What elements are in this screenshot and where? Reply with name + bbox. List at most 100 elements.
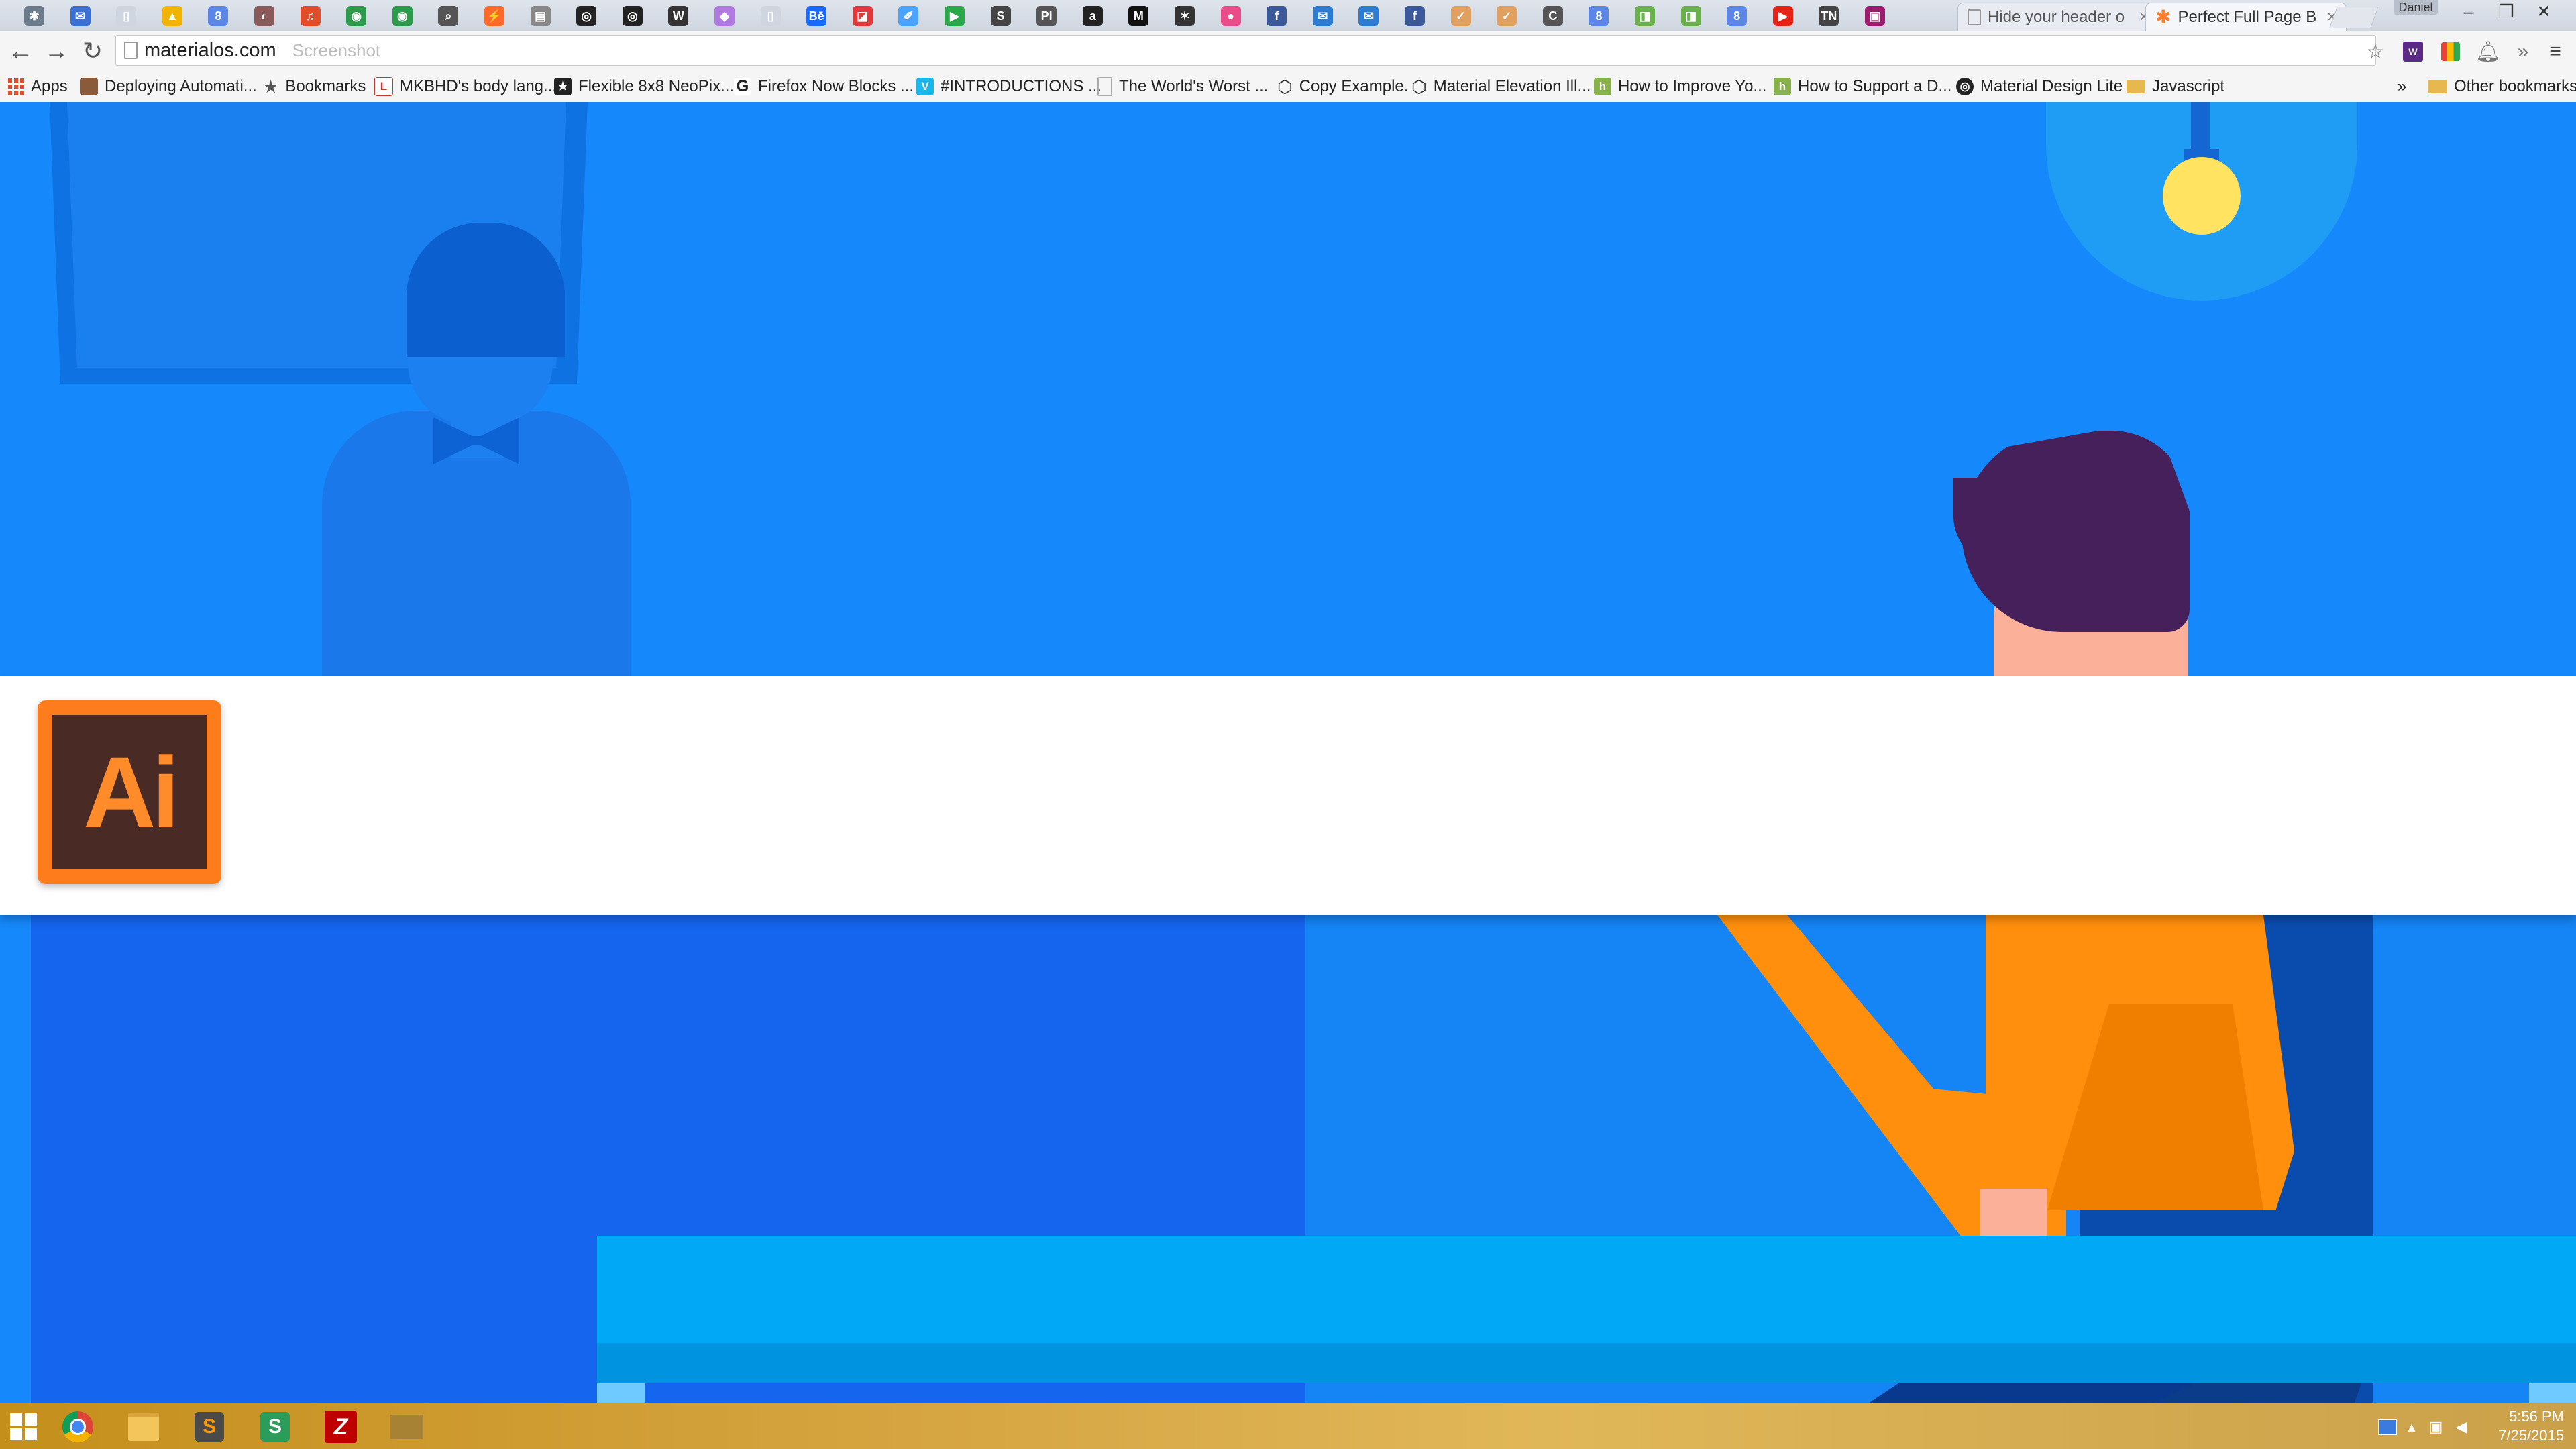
pinned-tab[interactable]: ◎: [610, 3, 655, 30]
bookmark-how-to-support[interactable]: h How to Support a D...: [1774, 71, 1951, 102]
bookmark-label: Apps: [31, 77, 68, 95]
pinned-tab[interactable]: 8: [1715, 3, 1759, 30]
reload-button[interactable]: ↻: [76, 36, 109, 66]
bookmark-worlds-worst[interactable]: The World's Worst ...: [1097, 71, 1268, 102]
pinned-tab[interactable]: ⌕: [426, 3, 470, 30]
back-button[interactable]: ←: [4, 36, 36, 66]
bookmark-introductions[interactable]: V #INTRODUCTIONS ...: [916, 71, 1102, 102]
tab-perfect-full-page[interactable]: ✱ Perfect Full Page B ×: [2145, 3, 2347, 31]
bookmarks-overflow-button[interactable]: »: [2398, 71, 2406, 102]
pinned-tab[interactable]: ◐: [242, 3, 286, 30]
pinned-tab[interactable]: ▯: [104, 3, 148, 30]
forward-button[interactable]: →: [40, 36, 72, 66]
extension-color-icon[interactable]: [2439, 40, 2462, 63]
bookmark-material-elevation[interactable]: ⬡ Material Elevation Ill...: [1411, 71, 1591, 102]
pinned-tab[interactable]: ●: [1209, 3, 1253, 30]
pinned-tab[interactable]: ✱: [12, 3, 56, 30]
new-tab-button[interactable]: [2329, 7, 2379, 28]
system-clock[interactable]: 5:56 PM 7/25/2015: [2498, 1407, 2564, 1445]
bookmark-mkbhd[interactable]: L MKBHD's body lang...: [374, 71, 557, 102]
favicon-icon: ◉: [346, 6, 367, 26]
pinned-tab[interactable]: ◪: [841, 3, 885, 30]
pinned-tab[interactable]: ▲: [150, 3, 195, 30]
pinned-tab[interactable]: ✓: [1485, 3, 1529, 30]
pinned-tab[interactable]: ▶: [932, 3, 977, 30]
favicon-icon: ◨: [1680, 6, 1701, 26]
chevron-more-icon: »: [2398, 77, 2407, 95]
user-profile-badge[interactable]: Daniel: [2394, 0, 2438, 15]
pinned-tab[interactable]: ✶: [1163, 3, 1207, 30]
pinned-tab[interactable]: ◉: [334, 3, 378, 30]
bookmark-how-to-improve[interactable]: h How to Improve Yo...: [1594, 71, 1766, 102]
pinned-tab[interactable]: W: [656, 3, 700, 30]
bookmark-bookmarks[interactable]: ★ Bookmarks: [263, 71, 366, 102]
bookmark-copy-example[interactable]: ⬡ Copy Example.: [1277, 71, 1408, 102]
close-window-button[interactable]: ✕: [2525, 0, 2563, 23]
pinned-tab[interactable]: 8: [196, 3, 240, 30]
pinned-tab[interactable]: a: [1071, 3, 1115, 30]
pinned-tab[interactable]: ▣: [1853, 3, 1897, 30]
pinned-tab[interactable]: ⚡: [472, 3, 517, 30]
bookmark-flexible-neopix[interactable]: ★ Flexible 8x8 NeoPix...: [554, 71, 734, 102]
pinned-tab[interactable]: 8: [1576, 3, 1621, 30]
window-taskbar-icon[interactable]: [377, 1407, 436, 1446]
pinned-tab[interactable]: f: [1254, 3, 1299, 30]
pinned-tab[interactable]: TN: [1807, 3, 1851, 30]
favicon-icon: ◎: [576, 6, 597, 26]
sketch-taskbar-icon[interactable]: S: [246, 1407, 305, 1446]
bookmark-apps[interactable]: Apps: [8, 71, 68, 102]
bookmark-folder-other[interactable]: Other bookmarks: [2428, 71, 2576, 102]
pinned-tab[interactable]: ✉: [1301, 3, 1345, 30]
pinned-tab[interactable]: ◆: [702, 3, 747, 30]
volume-icon[interactable]: ◀: [2451, 1417, 2471, 1437]
pinned-tab[interactable]: S: [979, 3, 1023, 30]
pinned-tab[interactable]: ◎: [564, 3, 608, 30]
bookmark-material-design-lite[interactable]: ◎ Material Design Lite: [1956, 71, 2123, 102]
minimize-button[interactable]: –: [2450, 0, 2487, 23]
menu-icon[interactable]: ≡: [2544, 40, 2567, 63]
pinned-tab[interactable]: ✉: [1346, 3, 1391, 30]
tab-hide-your-header[interactable]: Hide your header o ×: [1957, 3, 2159, 31]
sublime-text-taskbar-icon[interactable]: S: [180, 1407, 239, 1446]
pinned-tab[interactable]: Bē: [794, 3, 839, 30]
bookmark-folder-javascript[interactable]: Javascript: [2127, 71, 2224, 102]
pinned-tab[interactable]: ◨: [1669, 3, 1713, 30]
bell-icon[interactable]: 🔔︎: [2475, 40, 2501, 63]
pinned-tab[interactable]: ◉: [380, 3, 425, 30]
favicon-icon: ♫: [300, 6, 321, 26]
pinned-tab[interactable]: ▶: [1761, 3, 1805, 30]
favicon-icon: 8: [1727, 6, 1748, 26]
address-bar[interactable]: materialos.com Screenshot: [115, 35, 2376, 66]
more-extensions-icon[interactable]: »: [2512, 40, 2534, 63]
pinned-tab[interactable]: ▤: [519, 3, 563, 30]
favicon-icon: 8: [1589, 6, 1609, 26]
page-icon: [124, 42, 138, 59]
chrome-taskbar-icon[interactable]: [48, 1407, 107, 1446]
bookmark-star-icon[interactable]: ☆: [2364, 40, 2387, 63]
tray-chevron-up-icon[interactable]: ▴: [2402, 1417, 2422, 1437]
extension-wp-icon[interactable]: W: [2402, 40, 2424, 63]
pinned-tab[interactable]: ✐: [886, 3, 930, 30]
pinned-tab[interactable]: ✓: [1439, 3, 1483, 30]
network-icon[interactable]: ▣: [2426, 1417, 2446, 1437]
pinned-tab[interactable]: M: [1116, 3, 1161, 30]
favicon-icon: ✶: [1175, 6, 1195, 26]
favicon-icon: ✉: [1358, 6, 1379, 26]
pinned-tab[interactable]: f: [1393, 3, 1437, 30]
bookmark-firefox-blocks[interactable]: G Firefox Now Blocks ...: [734, 71, 914, 102]
windows-logo-icon: [10, 1413, 37, 1440]
pinned-tab[interactable]: PI: [1024, 3, 1069, 30]
pinned-tab[interactable]: ✉: [58, 3, 103, 30]
pinned-tab[interactable]: ◨: [1623, 3, 1667, 30]
bookmark-label: MKBHD's body lang...: [400, 77, 557, 95]
illustrator-app-icon[interactable]: Ai: [38, 700, 221, 884]
pinned-tab[interactable]: ▯: [749, 3, 793, 30]
pinned-tab[interactable]: ♫: [288, 3, 333, 30]
bookmark-deploying-automati[interactable]: Deploying Automati...: [80, 71, 257, 102]
pinned-tab[interactable]: C: [1531, 3, 1575, 30]
file-explorer-taskbar-icon[interactable]: [114, 1407, 173, 1446]
maximize-button[interactable]: ❐: [2487, 0, 2525, 23]
filezilla-taskbar-icon[interactable]: Z: [311, 1407, 370, 1446]
tray-app-icon[interactable]: [2377, 1417, 2398, 1437]
start-button[interactable]: [0, 1407, 47, 1446]
